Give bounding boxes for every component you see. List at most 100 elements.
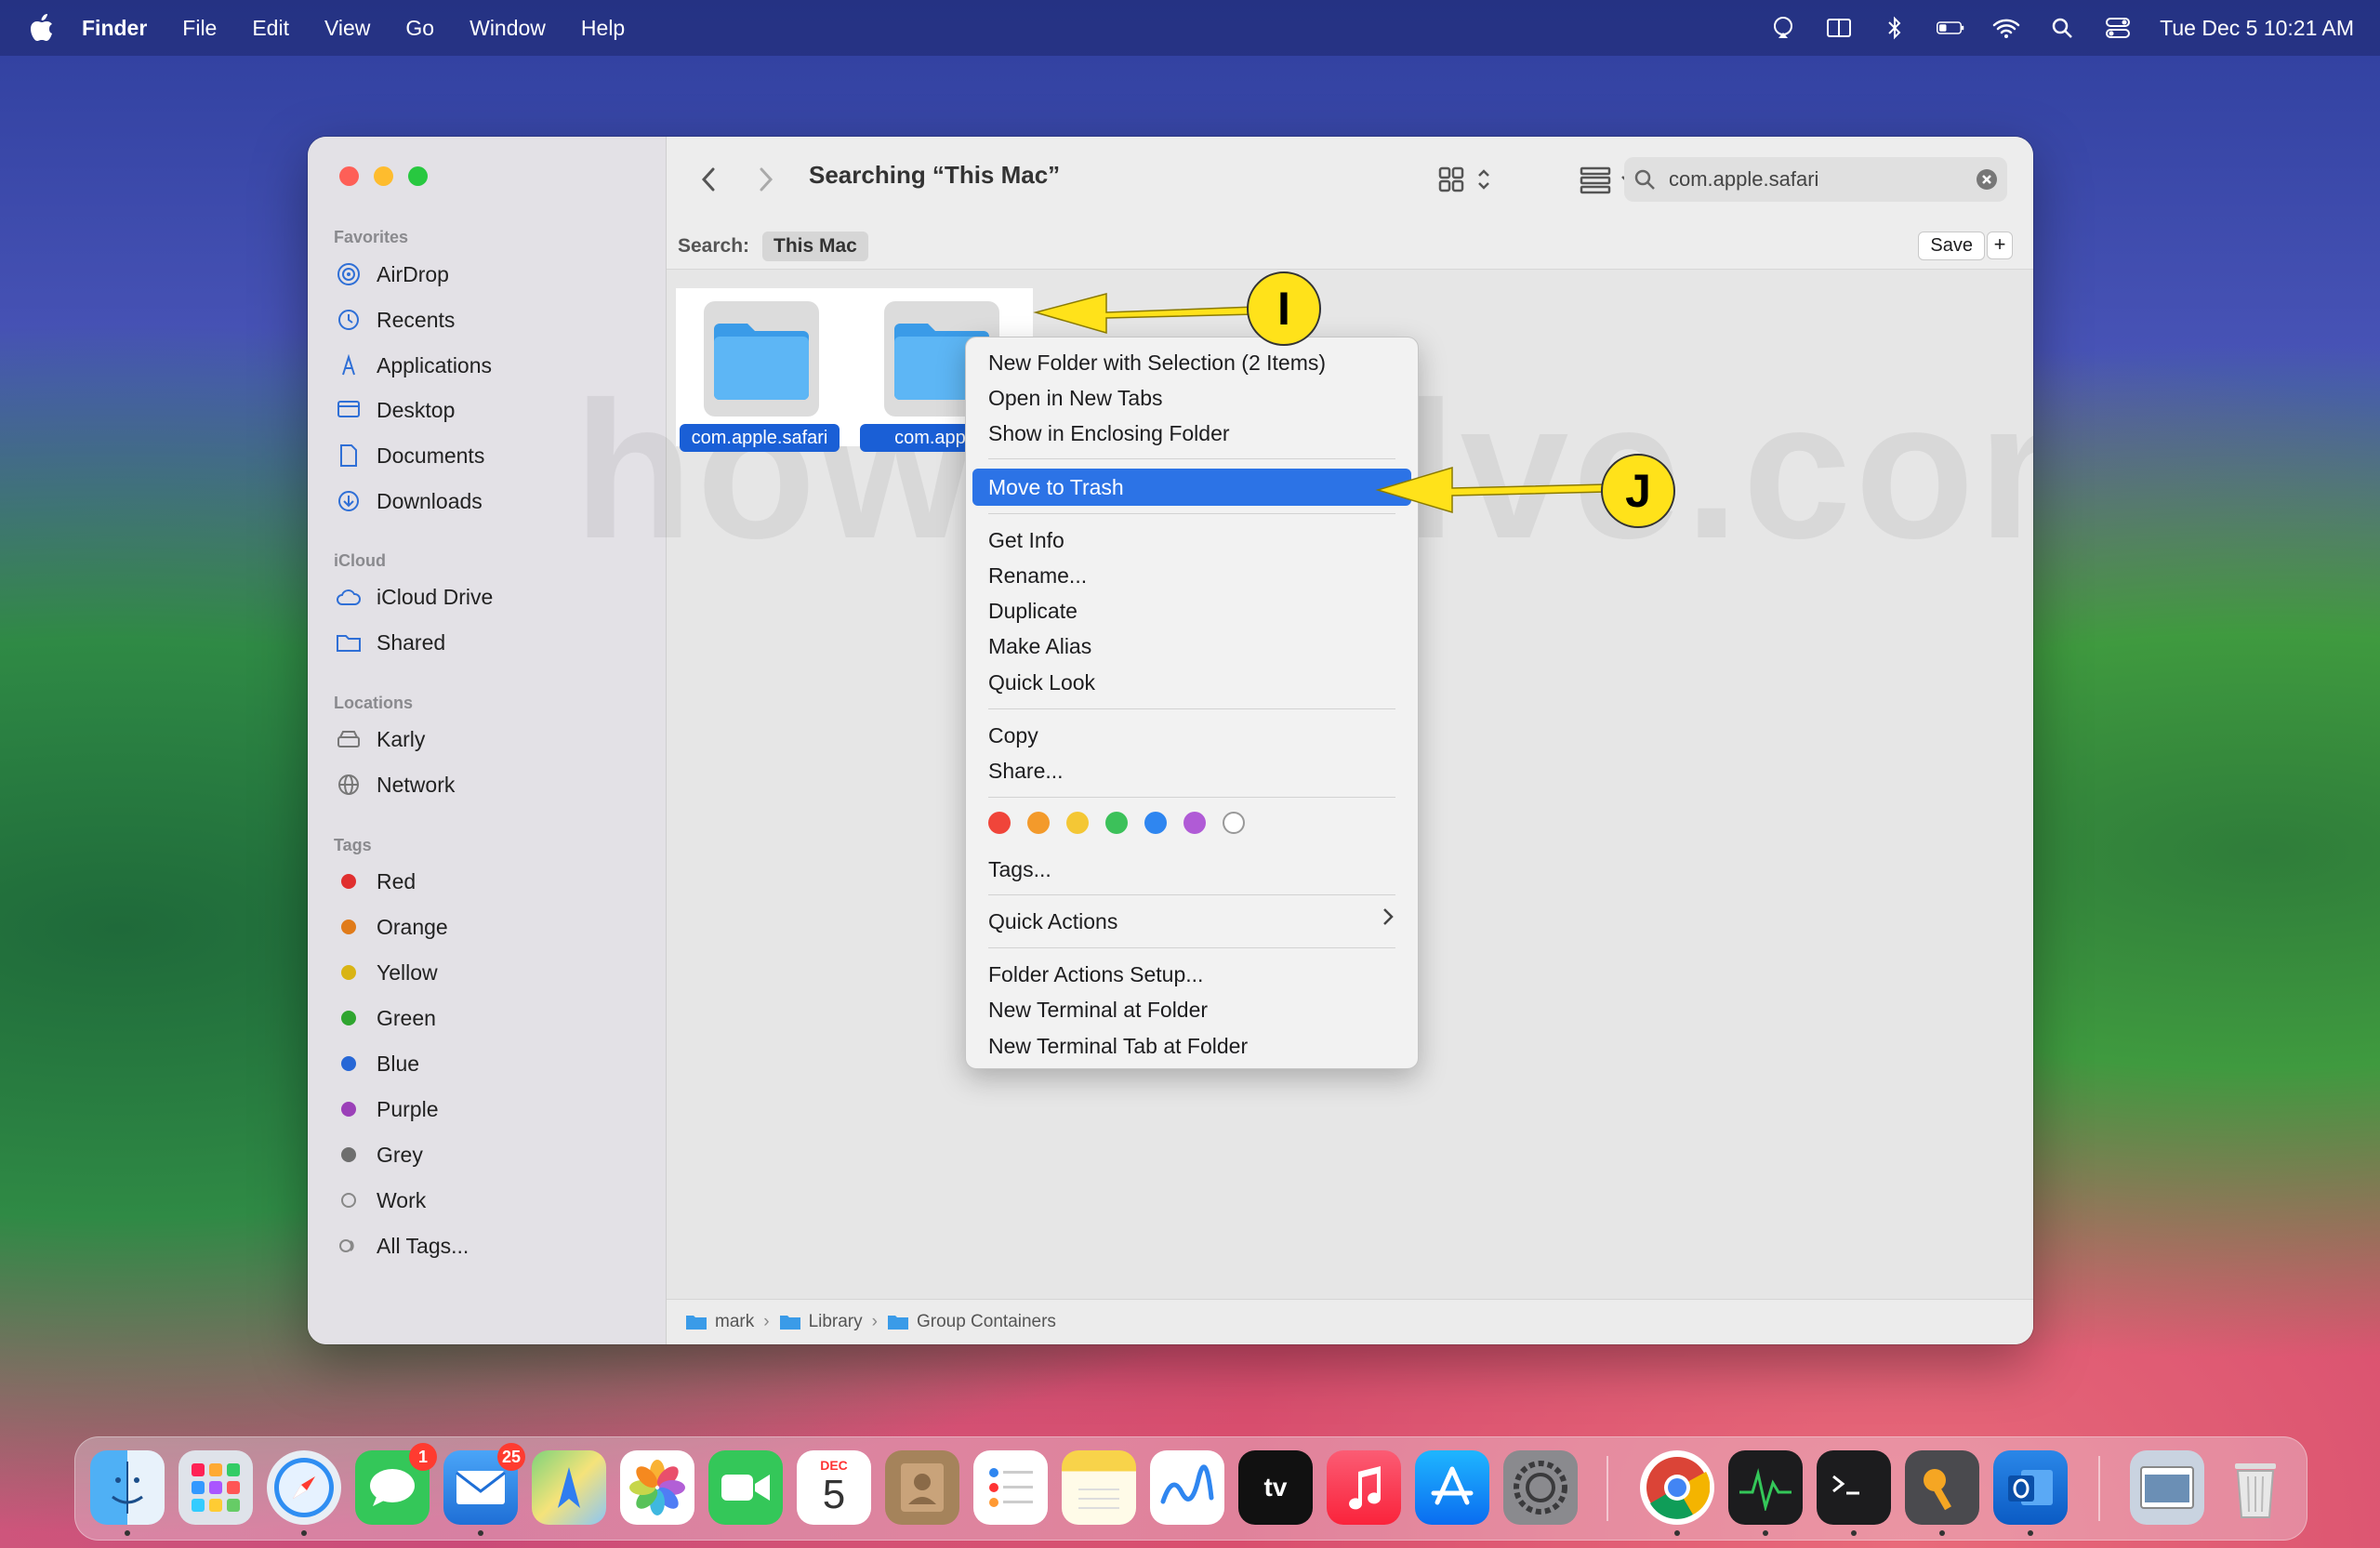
menu-rename[interactable]: Rename...: [988, 558, 1087, 593]
chrome-app-icon[interactable]: [1640, 1450, 1714, 1525]
contacts-app-icon[interactable]: [885, 1450, 959, 1525]
wifi-icon[interactable]: [1992, 14, 2020, 42]
control-center-icon[interactable]: [2104, 14, 2132, 42]
menu-folder-actions-setup[interactable]: Folder Actions Setup...: [988, 957, 1203, 992]
sidebar-tag-work[interactable]: Work: [336, 1182, 426, 1219]
menu-edit[interactable]: Edit: [252, 16, 289, 41]
sidebar-all-tags[interactable]: All Tags...: [336, 1227, 469, 1264]
tag-orange-swatch[interactable]: [1027, 812, 1050, 834]
sidebar-tag-red[interactable]: Red: [336, 863, 416, 900]
sidebar-tag-green[interactable]: Green: [336, 999, 436, 1037]
sidebar-item-icloud-drive[interactable]: iCloud Drive: [336, 578, 493, 615]
calendar-app-icon[interactable]: DEC 5: [797, 1450, 871, 1525]
sidebar-tag-blue[interactable]: Blue: [336, 1045, 419, 1082]
tag-color-row: [988, 812, 1245, 834]
sidebar-item-documents[interactable]: Documents: [336, 437, 484, 474]
menu-quick-look[interactable]: Quick Look: [988, 665, 1095, 700]
terminal-app-icon[interactable]: [1817, 1450, 1891, 1525]
menu-duplicate[interactable]: Duplicate: [988, 593, 1078, 628]
menu-get-info[interactable]: Get Info: [988, 523, 1064, 558]
menu-view[interactable]: View: [324, 16, 370, 41]
display-icon[interactable]: [1825, 14, 1853, 42]
downloads-stack-icon[interactable]: [2130, 1450, 2204, 1525]
sidebar-tag-grey[interactable]: Grey: [336, 1136, 423, 1173]
menubar-clock[interactable]: Tue Dec 5 10:21 AM: [2160, 16, 2354, 41]
photos-app-icon[interactable]: [620, 1450, 694, 1525]
menu-app-name[interactable]: Finder: [82, 16, 147, 41]
app-store-app-icon[interactable]: [1415, 1450, 1489, 1525]
menu-move-to-trash[interactable]: Move to Trash: [972, 469, 1411, 506]
zoom-window-button[interactable]: [408, 166, 428, 186]
mail-app-icon[interactable]: 25: [443, 1443, 525, 1525]
menu-tags[interactable]: Tags...: [988, 852, 1051, 887]
file-item[interactable]: com.apple.safari: [680, 288, 840, 456]
apple-tv-app-icon[interactable]: tv: [1238, 1450, 1313, 1525]
menu-open-in-new-tabs[interactable]: Open in New Tabs: [988, 380, 1163, 416]
sidebar-item-airdrop[interactable]: AirDrop: [336, 256, 449, 293]
sidebar-tag-yellow[interactable]: Yellow: [336, 954, 438, 991]
sidebar-item-shared[interactable]: Shared: [336, 624, 445, 661]
menu-show-in-enclosing-folder[interactable]: Show in Enclosing Folder: [988, 416, 1230, 451]
menu-go[interactable]: Go: [405, 16, 434, 41]
bluetooth-icon[interactable]: [1881, 14, 1909, 42]
freeform-app-icon[interactable]: [1150, 1450, 1224, 1525]
battery-icon[interactable]: [1937, 14, 1964, 42]
menu-window[interactable]: Window: [469, 16, 546, 41]
trash-icon[interactable]: [2218, 1450, 2293, 1525]
airplay-icon[interactable]: [1769, 14, 1797, 42]
sidebar-item-applications[interactable]: Applications: [336, 347, 492, 384]
back-icon[interactable]: [700, 163, 717, 196]
sidebar-tag-purple[interactable]: Purple: [336, 1091, 438, 1128]
notes-app-icon[interactable]: [1062, 1450, 1136, 1525]
music-app-icon[interactable]: [1327, 1450, 1401, 1525]
facetime-app-icon[interactable]: [708, 1450, 783, 1525]
system-settings-app-icon[interactable]: [1503, 1450, 1578, 1525]
menu-new-terminal-tab-at-folder[interactable]: New Terminal Tab at Folder: [988, 1028, 1248, 1064]
tag-none-swatch[interactable]: [1223, 812, 1245, 834]
apple-menu-icon[interactable]: [30, 14, 58, 42]
reminders-app-icon[interactable]: [973, 1450, 1048, 1525]
launchpad-app-icon[interactable]: [178, 1450, 253, 1525]
keychain-app-icon[interactable]: [1905, 1450, 1979, 1525]
path-item-library[interactable]: Library: [779, 1312, 863, 1332]
search-input[interactable]: com.apple.safari: [1624, 157, 2007, 202]
menu-new-terminal-at-folder[interactable]: New Terminal at Folder: [988, 992, 1208, 1027]
menu-share[interactable]: Share...: [988, 753, 1064, 788]
sidebar-item-recents[interactable]: Recents: [336, 301, 455, 338]
sidebar-item-network[interactable]: Network: [336, 766, 455, 803]
menu-separator: [988, 458, 1395, 459]
scope-this-mac-button[interactable]: This Mac: [762, 232, 868, 261]
tag-red-swatch[interactable]: [988, 812, 1011, 834]
menu-help[interactable]: Help: [581, 16, 625, 41]
menu-file[interactable]: File: [182, 16, 217, 41]
clear-search-icon[interactable]: [1976, 168, 1998, 196]
finder-app-icon[interactable]: [90, 1450, 165, 1525]
sidebar-tag-orange[interactable]: Orange: [336, 908, 448, 946]
sidebar-item-karly[interactable]: Karly: [336, 721, 425, 758]
tag-blue-swatch[interactable]: [1144, 812, 1167, 834]
maps-app-icon[interactable]: [532, 1450, 606, 1525]
view-grid-icon[interactable]: [1438, 163, 1496, 196]
tag-yellow-swatch[interactable]: [1066, 812, 1089, 834]
messages-app-icon[interactable]: 1: [355, 1443, 437, 1525]
menu-quick-actions[interactable]: Quick Actions: [988, 904, 1117, 939]
safari-app-icon[interactable]: [267, 1450, 341, 1525]
sidebar-item-desktop[interactable]: Desktop: [336, 391, 455, 429]
outlook-app-icon[interactable]: [1993, 1450, 2068, 1525]
save-search-button[interactable]: Save: [1918, 232, 1985, 260]
tag-green-swatch[interactable]: [1105, 812, 1128, 834]
tag-purple-swatch[interactable]: [1183, 812, 1206, 834]
minimize-window-button[interactable]: [374, 166, 393, 186]
menu-copy[interactable]: Copy: [988, 718, 1038, 753]
activity-monitor-app-icon[interactable]: [1728, 1450, 1803, 1525]
globe-icon: [336, 772, 362, 798]
close-window-button[interactable]: [339, 166, 359, 186]
spotlight-icon[interactable]: [2048, 14, 2076, 42]
add-criteria-button[interactable]: +: [1987, 232, 2013, 259]
path-item-mark[interactable]: mark: [685, 1312, 754, 1332]
menu-make-alias[interactable]: Make Alias: [988, 628, 1091, 664]
sidebar-item-downloads[interactable]: Downloads: [336, 483, 483, 520]
forward-icon[interactable]: [758, 163, 774, 196]
menu-new-folder-with-selection[interactable]: New Folder with Selection (2 Items): [988, 345, 1326, 380]
path-item-group-containers[interactable]: Group Containers: [887, 1312, 1056, 1332]
